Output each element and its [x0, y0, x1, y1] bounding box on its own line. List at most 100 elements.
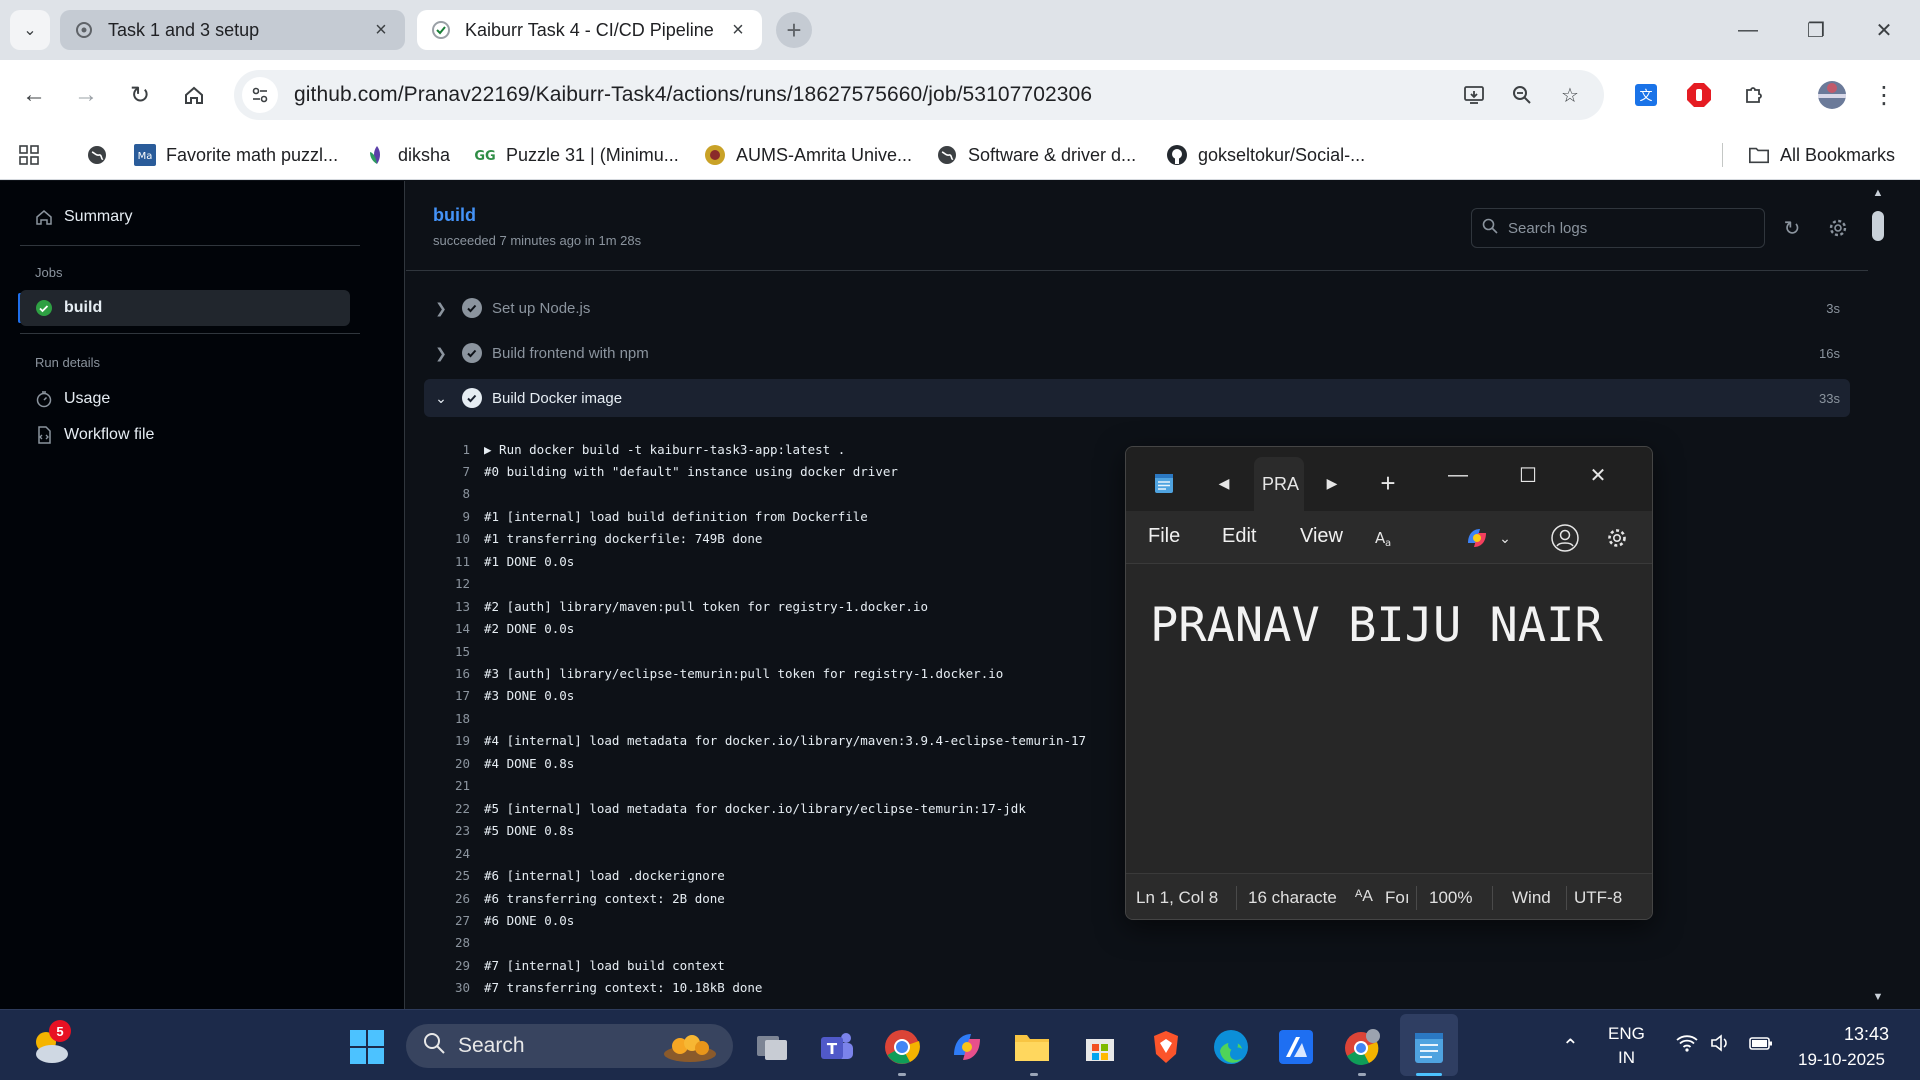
log-line-number[interactable]: 9: [424, 509, 484, 524]
log-line-number[interactable]: 27: [424, 913, 484, 928]
gear-icon[interactable]: [1602, 523, 1632, 553]
log-line-number[interactable]: 13: [424, 599, 484, 614]
copilot-app-icon[interactable]: [945, 1025, 989, 1069]
notepad-new-tab-button[interactable]: +: [1372, 467, 1404, 499]
microsoft-store-icon[interactable]: [1078, 1025, 1122, 1069]
copilot-icon[interactable]: [1462, 523, 1492, 553]
bookmark-aums[interactable]: AUMS-Amrita Unive...: [704, 140, 912, 170]
tab-scroll-right-icon[interactable]: ▶: [1318, 469, 1346, 497]
page-scrollbar[interactable]: ▲ ▼: [1868, 181, 1920, 1009]
log-line-number[interactable]: 24: [424, 846, 484, 861]
brave-icon[interactable]: [1144, 1025, 1188, 1069]
windows-start-icon[interactable]: [345, 1025, 389, 1069]
log-line-number[interactable]: 29: [424, 958, 484, 973]
text-format-icon[interactable]: Aa: [1370, 523, 1400, 553]
forward-icon[interactable]: →: [66, 75, 106, 115]
close-icon[interactable]: ×: [371, 19, 391, 42]
bookmark-software-driver[interactable]: Software & driver d...: [936, 140, 1136, 170]
tab-search-button[interactable]: ⌄: [10, 10, 50, 50]
restore-icon[interactable]: ❐: [1786, 10, 1846, 50]
sidebar-item-workflow-file[interactable]: Workflow file: [20, 417, 350, 453]
log-line-number[interactable]: 16: [424, 666, 484, 681]
address-bar[interactable]: github.com/Pranav22169/Kaiburr-Task4/act…: [234, 70, 1604, 120]
apps-grid-icon[interactable]: [18, 140, 40, 170]
log-line-number[interactable]: 10: [424, 531, 484, 546]
file-explorer-icon[interactable]: [1010, 1025, 1054, 1069]
profile-avatar[interactable]: [1812, 75, 1852, 115]
sidebar-item-build[interactable]: build: [20, 290, 350, 326]
bookmark-github-social[interactable]: gokseltokur/Social-...: [1166, 140, 1365, 170]
tab-task-setup[interactable]: Task 1 and 3 setup ×: [60, 10, 405, 50]
log-line-number[interactable]: 18: [424, 711, 484, 726]
scroll-down-icon[interactable]: ▼: [1872, 991, 1884, 1003]
log-line-number[interactable]: 17: [424, 688, 484, 703]
menu-edit[interactable]: Edit: [1222, 525, 1256, 548]
browser-menu-icon[interactable]: ⋮: [1864, 75, 1904, 115]
sidebar-item-usage[interactable]: Usage: [20, 381, 350, 417]
battery-icon[interactable]: [1748, 1034, 1774, 1057]
wifi-icon[interactable]: [1676, 1034, 1698, 1057]
bookmark-diksha[interactable]: diksha: [366, 140, 450, 170]
notepad-tab[interactable]: PRA: [1254, 457, 1304, 511]
tab-kaiburr-pipeline[interactable]: Kaiburr Task 4 - CI/CD Pipeline ×: [417, 10, 762, 50]
close-icon[interactable]: ×: [728, 19, 748, 42]
extension-translate-icon[interactable]: 文: [1626, 75, 1666, 115]
home-icon[interactable]: [174, 75, 214, 115]
taskbar-search-box[interactable]: Search: [406, 1024, 733, 1068]
chevron-down-icon[interactable]: ⌄: [1490, 523, 1520, 553]
minimize-icon[interactable]: —: [1718, 10, 1778, 50]
menu-view[interactable]: View: [1300, 525, 1343, 548]
status-font[interactable]: Foı: [1385, 888, 1409, 908]
task-view-icon[interactable]: [750, 1025, 794, 1069]
extension-adblock-icon[interactable]: [1679, 75, 1719, 115]
log-line-number[interactable]: 7: [424, 464, 484, 479]
extensions-puzzle-icon[interactable]: [1734, 75, 1774, 115]
notepad-titlebar[interactable]: ◀ PRA ▶ + — ☐ ✕: [1126, 447, 1652, 511]
minimize-icon[interactable]: —: [1428, 453, 1488, 497]
bookmark-puzzle-31[interactable]: GG Puzzle 31 | (Minimu...: [474, 140, 678, 170]
log-line-number[interactable]: 20: [424, 756, 484, 771]
zoom-icon[interactable]: [1504, 77, 1540, 113]
step-setup-node[interactable]: ❯ Set up Node.js 3s: [424, 289, 1850, 327]
refresh-icon[interactable]: ↻: [1778, 214, 1806, 242]
gear-icon[interactable]: [1824, 214, 1852, 242]
edge-icon[interactable]: [1209, 1025, 1253, 1069]
chevron-up-icon[interactable]: ⌃: [1562, 1034, 1579, 1059]
new-tab-button[interactable]: +: [776, 12, 812, 48]
log-line-number[interactable]: 8: [424, 486, 484, 501]
bookmark-star-icon[interactable]: ☆: [1552, 77, 1588, 113]
scroll-up-icon[interactable]: ▲: [1872, 187, 1884, 199]
job-title[interactable]: build: [433, 205, 476, 226]
log-line-number[interactable]: 23: [424, 823, 484, 838]
log-line-number[interactable]: 26: [424, 891, 484, 906]
scrollbar-thumb[interactable]: [1872, 211, 1884, 241]
log-line-number[interactable]: 1: [424, 442, 484, 457]
close-icon[interactable]: ✕: [1568, 453, 1628, 497]
back-icon[interactable]: ←: [14, 75, 54, 115]
azure-icon[interactable]: [1274, 1025, 1318, 1069]
log-line-number[interactable]: 22: [424, 801, 484, 816]
chrome-icon[interactable]: [880, 1025, 924, 1069]
log-line-number[interactable]: 21: [424, 778, 484, 793]
log-line-number[interactable]: 15: [424, 644, 484, 659]
close-window-icon[interactable]: ✕: [1854, 10, 1914, 50]
step-build-docker-image[interactable]: ⌄ Build Docker image 33s: [424, 379, 1850, 417]
volume-icon[interactable]: [1710, 1034, 1732, 1057]
log-line-number[interactable]: 12: [424, 576, 484, 591]
site-info-icon[interactable]: [242, 77, 278, 113]
bookmark-math-puzzles[interactable]: Ma Favorite math puzzl...: [134, 140, 338, 170]
teams-icon[interactable]: T: [815, 1025, 859, 1069]
clock-time[interactable]: 13:43: [1844, 1024, 1889, 1045]
log-line-number[interactable]: 25: [424, 868, 484, 883]
clock-date[interactable]: 19-10-2025: [1798, 1050, 1885, 1070]
notepad-editor[interactable]: PRANAV BIJU NAIR: [1126, 563, 1652, 873]
install-app-icon[interactable]: [1456, 77, 1492, 113]
language-indicator[interactable]: ENG: [1608, 1024, 1645, 1044]
reload-icon[interactable]: ↻: [120, 75, 160, 115]
log-line-number[interactable]: 28: [424, 935, 484, 950]
account-icon[interactable]: [1550, 523, 1580, 553]
maximize-icon[interactable]: ☐: [1498, 453, 1558, 497]
log-line-number[interactable]: 19: [424, 733, 484, 748]
log-line-number[interactable]: 30: [424, 980, 484, 995]
all-bookmarks-button[interactable]: All Bookmarks: [1748, 140, 1895, 170]
